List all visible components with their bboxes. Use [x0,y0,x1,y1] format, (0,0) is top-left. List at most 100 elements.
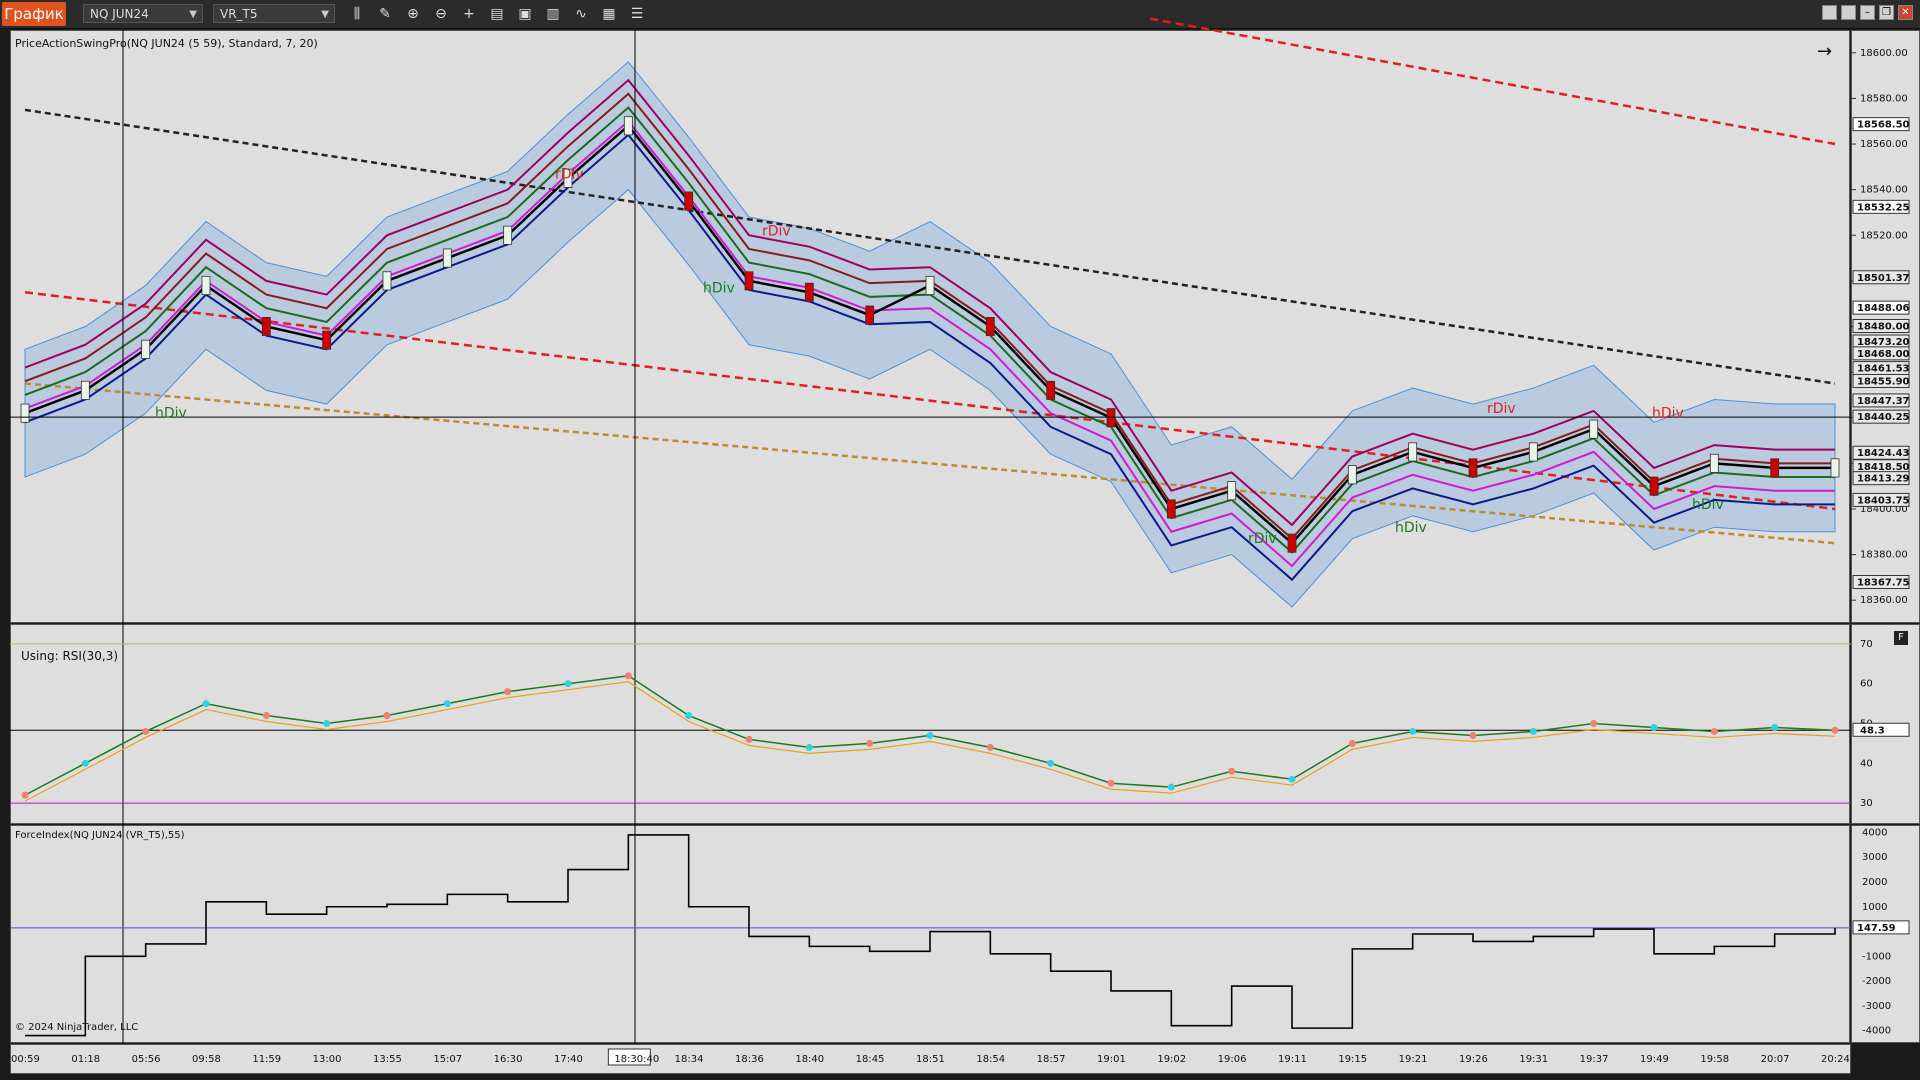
time-label: 18:30:40 [614,1054,659,1065]
force-tick-label: 2000 [1862,877,1887,888]
time-label: 18:51 [916,1054,945,1065]
rsi-point [1107,779,1115,787]
price-tick-label: 18520.00 [1860,230,1908,241]
force-tick-label: -1000 [1862,951,1891,962]
candle [925,275,935,295]
rsi-point [1409,727,1417,735]
candle [1287,533,1297,553]
candle [1770,458,1780,478]
candle [1589,419,1599,439]
candle [1408,442,1418,462]
divergence-label: hDiv [155,406,187,422]
price-tick-label: 18540.00 [1860,185,1908,196]
price-tick-label: 18580.00 [1860,93,1908,104]
rsi-point [1590,720,1598,727]
price-tick-label: 18360.00 [1860,595,1908,606]
force-badge-label: 147.59 [1857,923,1896,934]
candle [80,380,90,400]
rsi-point [1710,727,1718,735]
price-badge-label: 18424.43 [1857,448,1910,459]
time-label: 19:01 [1097,1054,1126,1065]
price-badge-label: 18413.29 [1857,474,1910,485]
candle [141,339,151,359]
rsi-point [202,700,210,708]
candle [1830,458,1840,478]
price-badge-label: 18488.06 [1857,303,1910,314]
divergence-label: rDiv [555,166,584,182]
time-label: 18:40 [795,1054,824,1065]
rsi-point [504,688,512,696]
rsi-point [926,731,934,739]
price-badge-label: 18461.53 [1857,364,1910,375]
rsi-point [1650,723,1658,731]
rsi-point [1167,783,1175,791]
price-tick-label: 18380.00 [1860,550,1908,561]
rsi-point [805,743,813,751]
time-label: 01:18 [71,1054,100,1065]
price-badge-label: 18447.37 [1857,396,1910,407]
time-label: 19:21 [1399,1054,1428,1065]
time-label: 20:24 [1821,1054,1850,1065]
divergence-label: hDiv [1395,520,1427,536]
rsi-tick-label: 30 [1860,798,1873,809]
rsi-point [383,712,391,720]
candle [1347,465,1357,485]
time-label: 18:57 [1037,1054,1066,1065]
candle [1166,499,1176,519]
candle [804,282,814,302]
force-tick-label: 3000 [1862,852,1887,863]
candle [985,316,995,337]
rsi-point [685,712,693,720]
time-label: 18:36 [735,1054,764,1065]
price-badge-label: 18367.75 [1857,578,1910,589]
price-badge-label: 18403.75 [1857,495,1910,506]
time-label: 19:26 [1459,1054,1488,1065]
time-label: 13:00 [313,1054,342,1065]
time-label: 19:11 [1278,1054,1307,1065]
time-label: 19:15 [1338,1054,1367,1065]
rsi-point [564,680,572,688]
rsi-point [1348,739,1356,747]
price-badge-label: 18468.00 [1857,349,1910,360]
force-tick-label: 4000 [1862,827,1887,838]
candle [1046,380,1056,400]
price-badge-label: 18568.50 [1857,120,1910,131]
price-badge-label: 18418.50 [1857,462,1910,473]
time-label: 19:02 [1157,1054,1186,1065]
price-badge-label: 18455.90 [1857,376,1910,387]
price-badge-label: 18473.20 [1857,337,1910,348]
chart-svg: 18600.00 18580.00 18560.00 18540.00 18520.00… [10,17,1910,1066]
rsi-point [443,700,451,708]
price-badge-label: 18532.25 [1857,202,1910,213]
candle [1468,458,1478,478]
time-label: 19:49 [1640,1054,1669,1065]
divergence-label: rDiv [1487,401,1516,417]
time-label: 19:31 [1519,1054,1548,1065]
time-label: 18:54 [976,1054,1005,1065]
time-label: 19:37 [1580,1054,1609,1065]
price-badge-label: 18480.00 [1857,322,1910,333]
time-label: 17:40 [554,1054,583,1065]
candle [503,225,513,245]
candle [442,248,452,268]
divergence-label: hDiv [703,280,735,296]
time-label: 11:59 [252,1054,281,1065]
rsi-point [81,759,89,767]
time-label: 18:45 [856,1054,885,1065]
force-tick-label: -3000 [1862,1001,1891,1012]
rsi-point [1228,767,1236,775]
candle [865,305,875,325]
price-badge-label: 18501.37 [1857,273,1910,284]
candle [322,330,332,350]
price-tick-label: 18600.00 [1860,48,1908,59]
rsi-point [323,720,331,727]
rsi-point [1047,759,1055,767]
divergence-label: hDiv [1652,406,1684,422]
time-label: 19:06 [1218,1054,1247,1065]
rsi-signal-line [24,681,1836,802]
force-index-line [25,834,1836,1037]
rsi-tick-label: 60 [1860,679,1873,690]
time-label: 13:55 [373,1054,402,1065]
rsi-point [745,735,753,743]
candle [1649,476,1659,496]
